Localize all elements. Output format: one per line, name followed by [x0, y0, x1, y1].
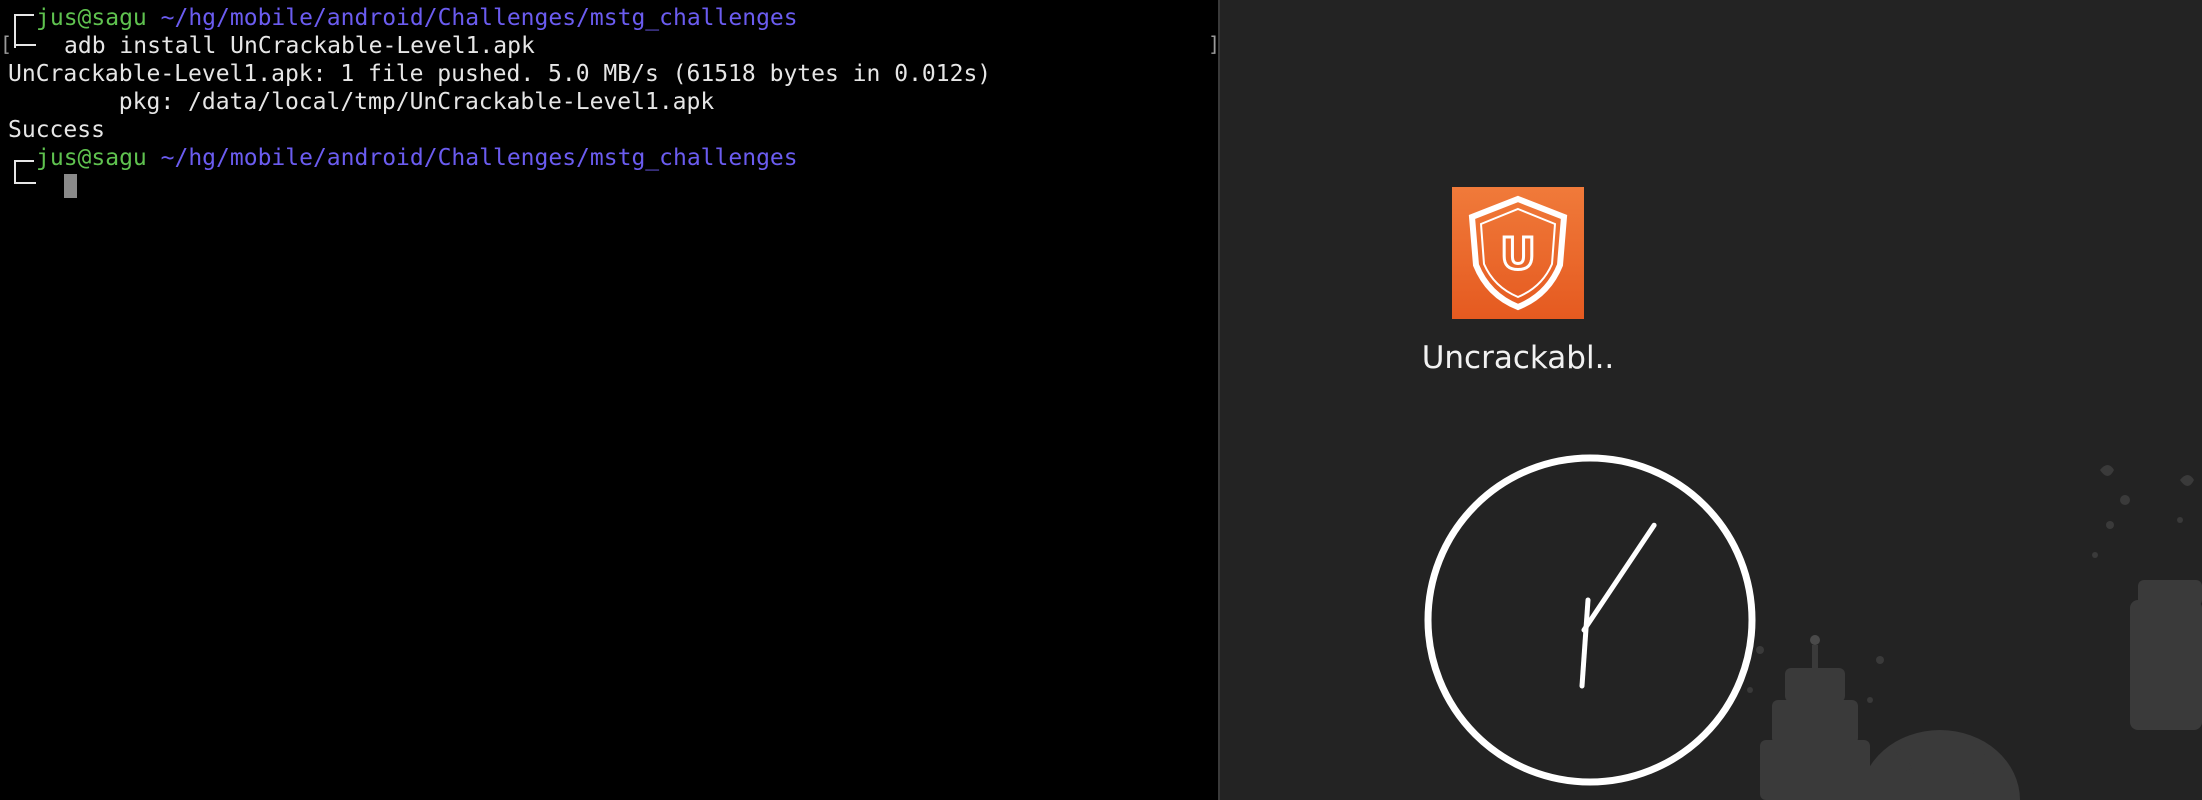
- text-cursor: [64, 174, 77, 198]
- uncrackable-app-icon[interactable]: U: [1452, 187, 1584, 319]
- prompt2-bracket: [14, 160, 34, 184]
- left-edge-mark: [: [0, 32, 13, 56]
- prompt-path: ~/hg/mobile/android/Challenges/mstg_chal…: [160, 5, 798, 31]
- analog-clock-widget[interactable]: [1420, 450, 1760, 790]
- shield-icon: U: [1468, 195, 1568, 311]
- prompt-user-2: jus@sagu: [36, 145, 147, 171]
- prompt-line-1: jus@sagu ~/hg/mobile/android/Challenges/…: [36, 4, 798, 32]
- prompt-line-2: jus@sagu ~/hg/mobile/android/Challenges/…: [36, 144, 798, 172]
- android-home-screen: U Uncrackabl..: [1220, 0, 2202, 800]
- output-line-2: pkg: /data/local/tmp/UnCrackable-Level1.…: [8, 89, 715, 115]
- prompt-bracket: [14, 14, 34, 48]
- command-line: adb install UnCrackable-Level1.apk: [64, 33, 535, 59]
- prompt-path-2: ~/hg/mobile/android/Challenges/mstg_chal…: [160, 145, 798, 171]
- prompt-bracket-foot: [14, 44, 36, 46]
- prompt-user: jus@sagu: [36, 5, 147, 31]
- output-line-1: UnCrackable-Level1.apk: 1 file pushed. 5…: [8, 61, 992, 87]
- output-line-3: Success: [8, 117, 105, 143]
- prompt2-bracket-foot: [14, 182, 36, 184]
- app-icon-letter: U: [1500, 229, 1536, 280]
- app-label[interactable]: Uncrackabl..: [1380, 340, 1656, 376]
- right-edge-mark: ]: [1208, 32, 1218, 56]
- clock-hour-hand: [1579, 597, 1591, 689]
- terminal-pane[interactable]: jus@sagu ~/hg/mobile/android/Challenges/…: [0, 0, 1218, 800]
